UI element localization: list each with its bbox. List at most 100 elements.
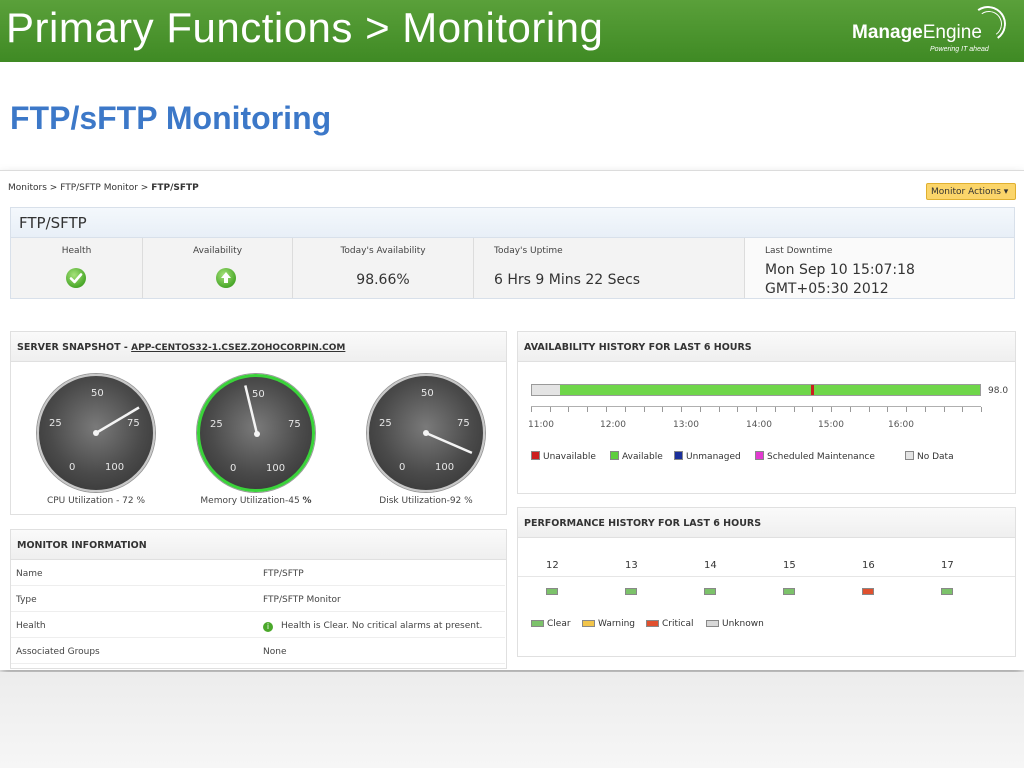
- performance-status-box[interactable]: [941, 588, 953, 595]
- axis-tick: [531, 407, 532, 412]
- performance-status-box[interactable]: [704, 588, 716, 595]
- monitor-information-panel: MONITOR INFORMATION Name FTP/SFTP Type FTP/…: [10, 529, 507, 669]
- info-row: Health i Health is Clear. No critical alar…: [11, 612, 505, 638]
- gauge-caption: Memory Utilization-45 %: [176, 496, 336, 506]
- availability-time-label: 11:00: [528, 420, 554, 430]
- availability-time-label: 15:00: [818, 420, 844, 430]
- performance-hour-label: 12: [546, 560, 559, 571]
- availability-label: Availability: [192, 246, 243, 256]
- breadcrumb-monitors[interactable]: Monitors: [8, 183, 47, 193]
- bottom-background: [0, 672, 1024, 768]
- gauge-caption-text: CPU Utilization - 72 %: [46, 496, 146, 506]
- availability-time-label: 16:00: [888, 420, 914, 430]
- slide-header: Primary Functions > Monitoring ManageEng…: [0, 0, 1024, 62]
- info-row-value: FTP/SFTP: [263, 569, 304, 579]
- breadcrumb-ftp-monitor[interactable]: FTP/SFTP Monitor: [60, 183, 138, 193]
- axis-tick: [643, 407, 645, 412]
- axis-tick: [943, 407, 945, 412]
- performance-history-title: PERFORMANCE HISTORY FOR LAST 6 HOURS: [518, 508, 1015, 538]
- axis-tick: [662, 407, 664, 412]
- availability-up-arrow-icon[interactable]: [216, 268, 236, 288]
- performance-status-box[interactable]: [862, 588, 874, 595]
- performance-hour-label: 15: [783, 560, 796, 571]
- slide-subtitle: FTP/sFTP Monitoring: [10, 100, 332, 136]
- gauge-dial[interactable]: 50 25 75 0 100: [367, 374, 485, 492]
- axis-tick: [849, 407, 851, 412]
- gauge-dial[interactable]: 50 25 75 0 100: [37, 374, 155, 492]
- legend-swatch: [582, 620, 595, 627]
- availability-segment: [814, 385, 980, 395]
- monitor-actions-button[interactable]: Monitor Actions ▾: [926, 183, 1016, 200]
- gauge-needle: [93, 406, 140, 436]
- health-check-icon[interactable]: [66, 268, 86, 288]
- gauge-caption: Disk Utilization-92 %: [346, 496, 506, 506]
- legend-label: Available: [622, 452, 663, 462]
- axis-tick: [812, 407, 814, 412]
- axis-tick: [605, 407, 607, 412]
- availability-time-label: 12:00: [600, 420, 626, 430]
- availability-bar[interactable]: [531, 384, 981, 396]
- info-row-value-text: FTP/SFTP Monitor: [263, 595, 341, 605]
- axis-tick: [624, 407, 626, 412]
- availability-history-panel: AVAILABILITY HISTORY FOR LAST 6 HOURS 98…: [517, 331, 1016, 494]
- availability-time-label: 14:00: [746, 420, 772, 430]
- availability-legend-item: No Data: [905, 451, 954, 462]
- performance-hour-label: 13: [625, 560, 638, 571]
- gauge-needle-hub: [93, 430, 99, 436]
- gauge-needle-line: [244, 385, 259, 435]
- performance-hour-label: 14: [704, 560, 717, 571]
- performance-legend-item: Unknown: [706, 619, 764, 629]
- axis-tick: [568, 407, 570, 412]
- gauge-caption-text: Disk Utilization-92 %: [379, 496, 473, 506]
- legend-label: No Data: [917, 452, 954, 462]
- todays-uptime-label: Today's Uptime: [494, 246, 563, 256]
- legend-label: Unmanaged: [686, 452, 741, 462]
- info-row-value: FTP/SFTP Monitor: [263, 595, 341, 605]
- availability-time-label: 13:00: [673, 420, 699, 430]
- performance-history-panel: PERFORMANCE HISTORY FOR LAST 6 HOURS 12 1…: [517, 507, 1016, 657]
- last-downtime-line1: Mon Sep 10 15:07:18: [765, 262, 915, 278]
- legend-label: Unknown: [722, 619, 764, 629]
- legend-label: Critical: [662, 619, 694, 629]
- axis-tick: [868, 407, 870, 412]
- legend-label: Warning: [598, 619, 636, 629]
- performance-status-box[interactable]: [625, 588, 637, 595]
- gauge-needle: [244, 385, 260, 437]
- gauge-dial[interactable]: 50 25 75 0 100: [197, 374, 315, 492]
- availability-legend-item: Unavailable: [531, 451, 596, 462]
- axis-tick: [887, 407, 889, 412]
- performance-status-box[interactable]: [546, 588, 558, 595]
- availability-history-title: AVAILABILITY HISTORY FOR LAST 6 HOURS: [518, 332, 1015, 362]
- axis-tick: [718, 407, 720, 412]
- performance-status-box[interactable]: [783, 588, 795, 595]
- breadcrumb-separator: >: [49, 183, 58, 193]
- server-host-link[interactable]: APP-CENTOS32-1.CSEZ.ZOHOCORPIN.COM: [131, 343, 345, 353]
- legend-swatch: [531, 620, 544, 627]
- breadcrumb: Monitors > FTP/SFTP Monitor > FTP/SFTP: [8, 183, 199, 193]
- logo-tagline: Powering IT ahead: [930, 46, 989, 53]
- legend-label: Scheduled Maintenance: [767, 452, 875, 462]
- todays-availability-value: 98.66%: [356, 272, 410, 288]
- todays-availability-label: Today's Availability: [340, 246, 426, 256]
- todays-uptime-value: 6 Hrs 9 Mins 22 Secs: [494, 272, 641, 288]
- info-row-value-text: FTP/SFTP: [263, 569, 304, 579]
- info-row: Name FTP/SFTP: [11, 560, 505, 586]
- legend-swatch: [755, 451, 764, 460]
- performance-legend-item: Critical: [646, 619, 693, 629]
- availability-segment: [532, 385, 560, 395]
- health-cell: Health: [11, 238, 143, 298]
- last-downtime-cell: Last Downtime Mon Sep 10 15:07:18 GMT+05…: [745, 238, 1014, 298]
- performance-legend-item: Clear: [531, 619, 571, 629]
- availability-legend-item: Unmanaged: [674, 451, 741, 462]
- axis-tick: [737, 407, 739, 412]
- performance-divider: [518, 576, 1015, 577]
- summary-row: Health Availability Today's Availability…: [11, 238, 1014, 298]
- gauge-needle-line: [425, 431, 473, 455]
- info-row-label: Associated Groups: [16, 647, 100, 657]
- availability-percent: 98.0: [988, 386, 1009, 396]
- summary-box: FTP/SFTP Health Availability Today's Ava…: [10, 207, 1015, 299]
- legend-swatch: [674, 451, 683, 460]
- axis-tick: [924, 407, 926, 412]
- legend-label: Clear: [547, 619, 571, 629]
- availability-segment: [559, 385, 811, 395]
